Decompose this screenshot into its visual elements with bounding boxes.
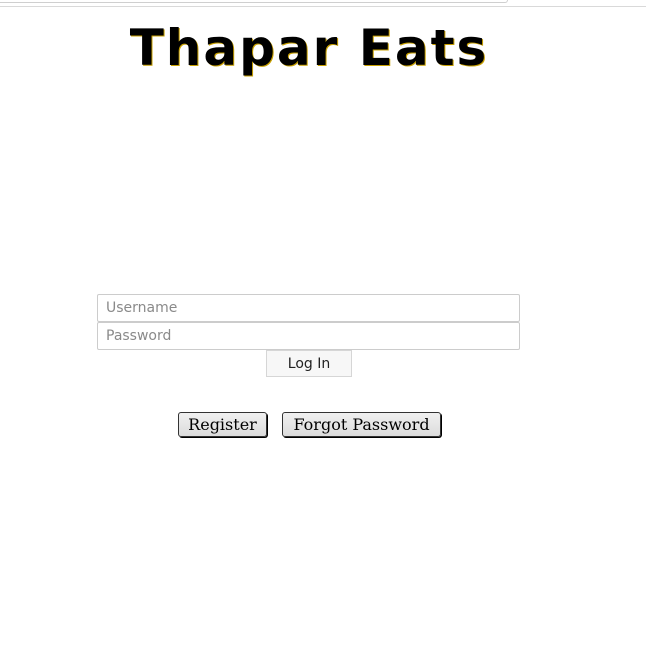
login-form: Log In — [97, 294, 520, 377]
login-button[interactable]: Log In — [266, 350, 352, 377]
browser-chrome-edge — [0, 0, 646, 7]
password-input[interactable] — [97, 322, 520, 350]
forgot-password-button[interactable]: Forgot Password — [282, 412, 441, 437]
page: Thapar Eats Log In Register Forgot Passw… — [0, 0, 646, 646]
register-button[interactable]: Register — [178, 412, 267, 437]
app-title: Thapar Eats — [129, 19, 489, 77]
browser-tab-strip — [0, 0, 508, 3]
username-input[interactable] — [97, 294, 520, 322]
